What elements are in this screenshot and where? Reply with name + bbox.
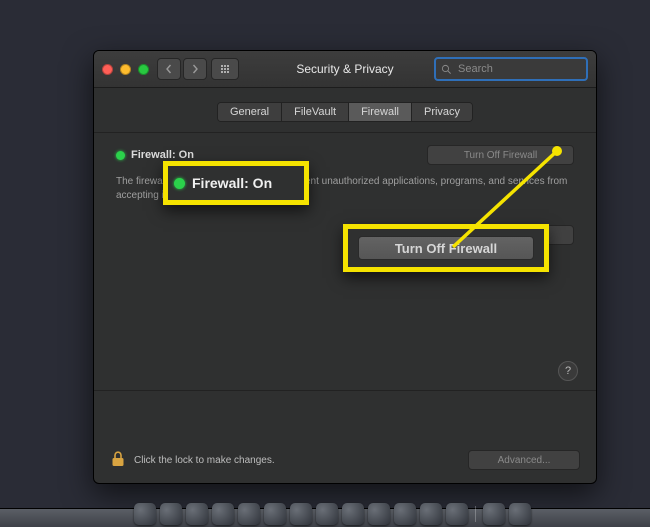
lock-icon: [110, 450, 126, 468]
callout-status-label: Firewall: On: [192, 175, 272, 191]
tab-privacy[interactable]: Privacy: [412, 103, 472, 121]
tab-general[interactable]: General: [218, 103, 282, 121]
close-window-button[interactable]: [102, 64, 113, 75]
callout-turn-off-button[interactable]: Turn Off Firewall: [358, 236, 534, 260]
search-input[interactable]: [456, 62, 581, 76]
dock-app[interactable]: [186, 503, 208, 525]
firewall-status-label: Firewall: On: [131, 149, 194, 161]
window-controls: [102, 64, 149, 75]
search-field[interactable]: [434, 57, 588, 81]
grid-icon: [221, 65, 229, 73]
advanced-button[interactable]: Advanced...: [468, 450, 580, 470]
dock-app[interactable]: [316, 503, 338, 525]
lock-hint: Click the lock to make changes.: [134, 455, 275, 466]
tabs-row: General FileVault Firewall Privacy: [94, 88, 596, 132]
chevron-left-icon: [164, 64, 174, 74]
nav-buttons: [157, 58, 207, 80]
dock-app[interactable]: [420, 503, 442, 525]
callout-firewall-status: Firewall: On: [163, 161, 309, 205]
callout-turn-off: Turn Off Firewall: [343, 224, 549, 272]
minimize-window-button[interactable]: [120, 64, 131, 75]
back-button[interactable]: [157, 58, 181, 80]
dock-separator: [475, 506, 476, 522]
tabs: General FileVault Firewall Privacy: [217, 102, 473, 122]
dock-app[interactable]: [264, 503, 286, 525]
dock-app[interactable]: [446, 503, 468, 525]
dock-app[interactable]: [509, 503, 531, 525]
forward-button[interactable]: [183, 58, 207, 80]
dock-app[interactable]: [212, 503, 234, 525]
search-icon: [441, 64, 452, 75]
tab-filevault[interactable]: FileVault: [282, 103, 349, 121]
dock-app[interactable]: [290, 503, 312, 525]
status-indicator-icon: [116, 151, 125, 160]
titlebar: Security & Privacy: [94, 51, 596, 88]
dock-app[interactable]: [134, 503, 156, 525]
status-indicator-icon: [174, 178, 185, 189]
turn-off-firewall-button[interactable]: Turn Off Firewall: [427, 145, 574, 165]
firewall-status: Firewall: On: [116, 149, 194, 161]
dock-app[interactable]: [342, 503, 364, 525]
chevron-right-icon: [190, 64, 200, 74]
lock-button[interactable]: [110, 450, 126, 471]
show-all-button[interactable]: [211, 58, 239, 80]
dock-app[interactable]: [238, 503, 260, 525]
dock-apps: [134, 503, 531, 525]
dock-app[interactable]: [394, 503, 416, 525]
dock-app[interactable]: [368, 503, 390, 525]
zoom-window-button[interactable]: [138, 64, 149, 75]
tab-firewall[interactable]: Firewall: [349, 103, 412, 121]
dock-app[interactable]: [160, 503, 182, 525]
divider: [94, 390, 596, 391]
help-button[interactable]: ?: [558, 361, 578, 381]
footer: Click the lock to make changes. Advanced…: [94, 437, 596, 483]
dock-app[interactable]: [483, 503, 505, 525]
dock: [0, 508, 650, 527]
